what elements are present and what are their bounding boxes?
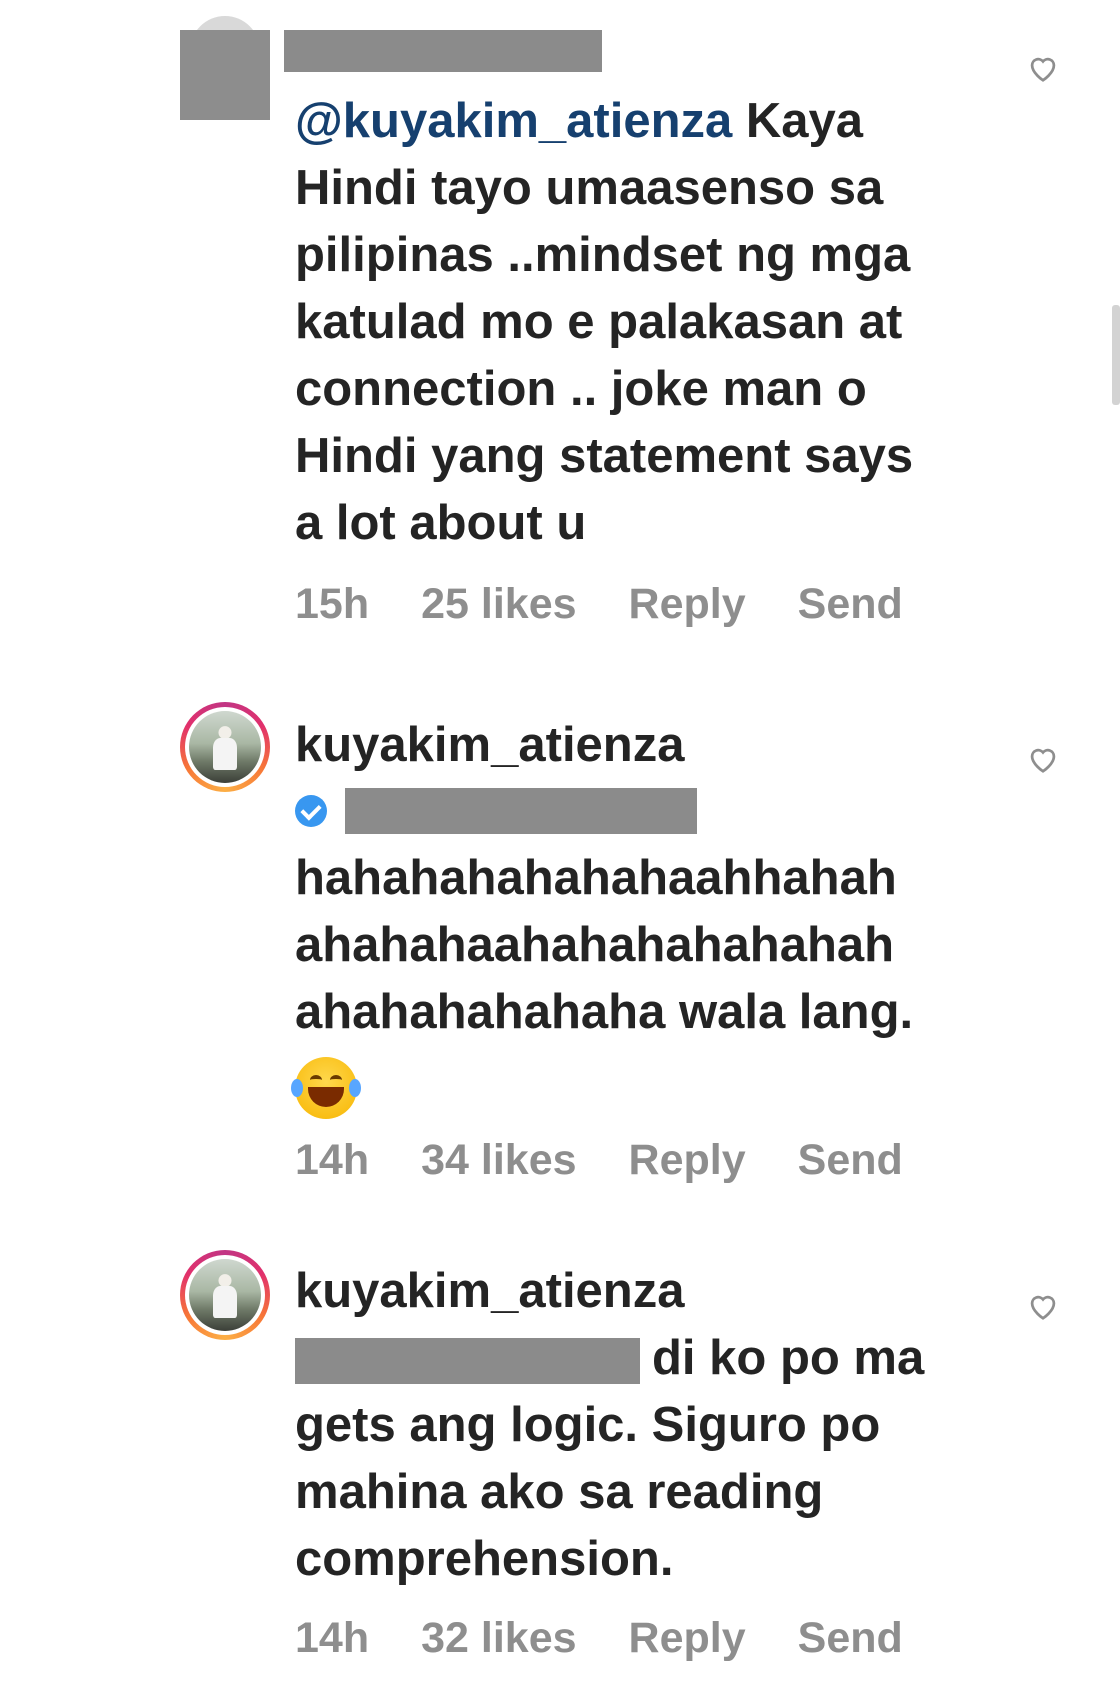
comment-meta: 15h 25 likes Reply Send [295,580,955,629]
redacted-avatar[interactable] [180,16,270,120]
comment-meta: 14h 34 likes Reply Send [295,1136,955,1185]
verified-badge-icon [295,795,327,827]
comment-username[interactable]: kuyakim_atienza [295,712,1015,779]
send-button[interactable]: Send [798,1614,903,1663]
send-button[interactable]: Send [798,1136,903,1185]
likes-count[interactable]: 34 likes [421,1136,576,1185]
face-with-tears-of-joy-icon [291,1057,361,1120]
comment-text: @kuyakim_atienza Kaya Hindi tayo umaasen… [295,94,914,550]
likes-count[interactable]: 25 likes [421,580,576,629]
heart-outline-icon[interactable] [1026,744,1060,774]
comment-username[interactable]: kuyakim_atienza [295,1258,1015,1325]
redacted-mention [295,1338,640,1385]
reply-button[interactable]: Reply [629,1136,746,1185]
scrollbar[interactable] [1112,305,1120,405]
story-avatar[interactable] [180,1250,270,1340]
comment-meta: 14h 32 likes Reply Send [295,1614,955,1663]
reply-button[interactable]: Reply [629,1614,746,1663]
heart-outline-icon[interactable] [1026,1291,1060,1321]
mention-link[interactable]: @kuyakim_atienza [295,94,732,148]
comment-text: di ko po ma gets ang logic. Siguro po ma… [295,1331,925,1586]
story-avatar[interactable] [180,702,270,792]
send-button[interactable]: Send [798,580,903,629]
timestamp: 14h [295,1614,370,1662]
redacted-mention [345,788,698,834]
heart-outline-icon[interactable] [1026,53,1060,83]
profile-photo [189,1259,261,1331]
likes-count[interactable]: 32 likes [421,1614,576,1663]
timestamp: 15h [295,580,370,628]
profile-photo [189,711,261,783]
verified-mention-row [295,788,698,842]
timestamp: 14h [295,1136,370,1184]
redacted-username [284,30,602,72]
reply-button[interactable]: Reply [629,580,746,629]
comment-text: hahahahahahahaahhahah ahahahaahahahahaha… [291,845,1015,1122]
